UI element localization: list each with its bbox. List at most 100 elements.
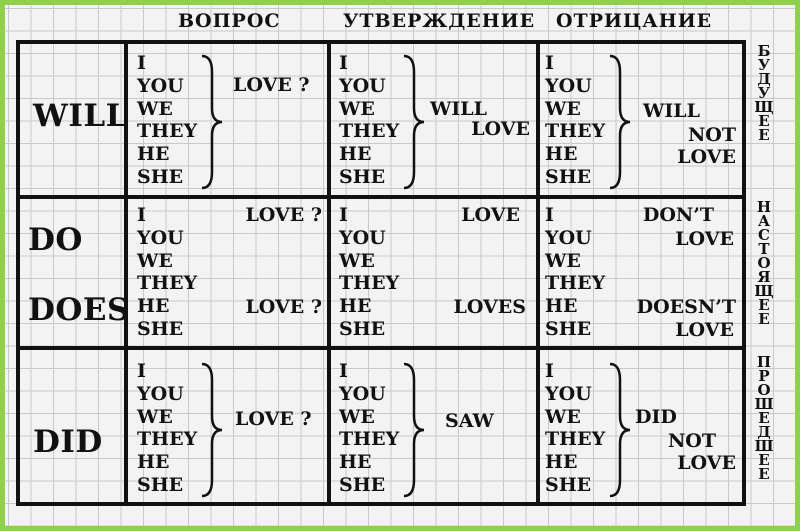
pronoun: SHE	[545, 317, 592, 340]
pronoun-list-past-negative: I YOU WE THEY HE SHE	[545, 360, 605, 497]
affirmative-aux-future: WILL	[430, 98, 487, 120]
side-letter: Е	[758, 310, 770, 328]
affirmative-verb-plain: LOVE	[461, 204, 520, 226]
column-divider	[536, 44, 540, 502]
pronoun: YOU	[137, 226, 184, 249]
right-brace-icon	[403, 362, 425, 498]
question-verb-future: LOVE ?	[233, 74, 310, 96]
right-brace-icon	[201, 54, 223, 190]
pronoun: HE	[137, 143, 170, 166]
pronoun: YOU	[137, 74, 184, 97]
pronoun: THEY	[339, 120, 400, 143]
pronoun: THEY	[545, 428, 606, 451]
pronoun: I	[137, 204, 146, 226]
negative-not-future: NOT	[687, 124, 736, 146]
pronoun-list-future-negative: I YOU WE THEY HE SHE	[545, 52, 605, 189]
pronoun: I	[339, 360, 348, 382]
pronoun: WE	[137, 97, 173, 120]
side-letter: Е	[758, 126, 770, 144]
negative-aux-dont: DON’T	[642, 204, 714, 226]
pronoun: I	[137, 52, 146, 74]
pronoun: THEY	[339, 428, 400, 451]
pronoun: SHE	[545, 473, 592, 496]
pronoun: YOU	[545, 74, 592, 97]
pronoun: HE	[137, 451, 170, 474]
pronoun: WE	[339, 97, 375, 120]
pronoun: HE	[339, 295, 372, 318]
header-negative: ОТРИЦАНИЕ	[556, 10, 713, 32]
pronoun: HE	[545, 295, 578, 318]
pronoun-list-past-affirmative: I YOU WE THEY HE SHE	[339, 360, 399, 497]
pronoun: WE	[545, 97, 581, 120]
question-verb-do: LOVE ?	[245, 204, 322, 226]
negative-verb-doesnt: LOVE	[675, 319, 734, 341]
pronoun-list-present-question: I YOU WE THEY HE SHE	[137, 204, 197, 341]
pronoun: YOU	[339, 74, 386, 97]
pronoun: HE	[545, 143, 578, 166]
pronoun: YOU	[545, 226, 592, 249]
pronoun: I	[339, 204, 348, 226]
pronoun: WE	[545, 249, 581, 272]
header-affirmative: УТВЕРЖДЕНИЕ	[343, 10, 536, 32]
negative-verb-dont: LOVE	[675, 228, 734, 250]
pronoun: I	[545, 52, 554, 74]
pronoun: I	[545, 204, 554, 226]
pronoun: SHE	[545, 165, 592, 188]
pronoun: WE	[545, 405, 581, 428]
pronoun: SHE	[339, 165, 386, 188]
pronoun: YOU	[545, 382, 592, 405]
pronoun: YOU	[339, 382, 386, 405]
right-brace-icon	[609, 54, 631, 190]
right-brace-icon	[201, 362, 223, 498]
pronoun: I	[545, 360, 554, 382]
pronoun: THEY	[137, 272, 198, 295]
pronoun-list-future-affirmative: I YOU WE THEY HE SHE	[339, 52, 399, 189]
pronoun: WE	[339, 249, 375, 272]
header-question: ВОПРОС	[178, 10, 281, 32]
right-brace-icon	[609, 362, 631, 498]
pronoun: I	[137, 360, 146, 382]
negative-aux-doesnt: DOESN’T	[636, 296, 736, 318]
pronoun: HE	[339, 451, 372, 474]
pronoun: SHE	[339, 317, 386, 340]
pronoun-list-present-negative: I YOU WE THEY HE SHE	[545, 204, 605, 341]
pronoun: HE	[339, 143, 372, 166]
pronoun-list-present-affirmative: I YOU WE THEY HE SHE	[339, 204, 399, 341]
affirmative-verb-future: LOVE	[471, 118, 530, 140]
pronoun: HE	[137, 295, 170, 318]
pronoun: YOU	[339, 226, 386, 249]
aux-does: DOES	[28, 292, 130, 328]
pronoun: SHE	[137, 317, 184, 340]
pronoun: SHE	[137, 473, 184, 496]
side-label-past: П Р О Ш Е Д Ш Е Е	[753, 355, 775, 483]
aux-will: WILL	[33, 98, 128, 134]
pronoun: THEY	[545, 120, 606, 143]
side-label-future: Б У Д У Щ Е Е	[753, 44, 775, 144]
pronoun: WE	[137, 405, 173, 428]
question-verb-past: LOVE ?	[235, 408, 312, 430]
row-divider	[20, 346, 742, 350]
affirmative-verb-s: LOVES	[453, 296, 526, 318]
pronoun: YOU	[137, 382, 184, 405]
column-divider	[327, 44, 331, 502]
question-verb-does: LOVE ?	[245, 296, 322, 318]
negative-aux-past: DID	[635, 406, 677, 428]
right-brace-icon	[403, 54, 425, 190]
pronoun: WE	[137, 249, 173, 272]
side-label-present: Н А С Т О Я Щ Е Е	[753, 200, 775, 328]
negative-not-past: NOT	[667, 430, 716, 452]
pronoun: THEY	[339, 272, 400, 295]
side-letter: Е	[758, 465, 770, 483]
aux-did: DID	[33, 424, 103, 460]
negative-aux-future: WILL	[643, 100, 700, 122]
pronoun: THEY	[137, 428, 198, 451]
pronoun: SHE	[137, 165, 184, 188]
pronoun: THEY	[137, 120, 198, 143]
negative-verb-past: LOVE	[677, 452, 736, 474]
pronoun-list-future-question: I YOU WE THEY HE SHE	[137, 52, 197, 189]
aux-do: DO	[28, 222, 83, 258]
row-divider	[20, 195, 742, 199]
pronoun: SHE	[339, 473, 386, 496]
affirmative-verb-past: SAW	[445, 410, 494, 432]
negative-verb-future: LOVE	[677, 146, 736, 168]
